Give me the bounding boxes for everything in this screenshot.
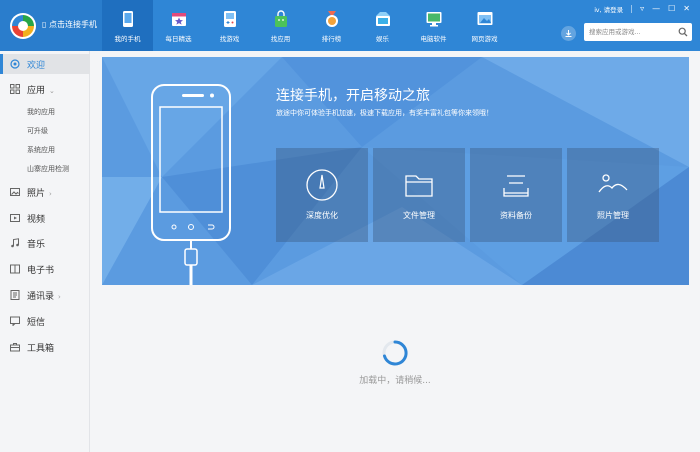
tile-label: 资料备份 <box>500 211 532 220</box>
window-controls: ⅳ, 请登录 ▿ — ☐ ✕ <box>594 4 690 15</box>
sidebar-item-photos[interactable]: 照片 › <box>0 182 90 202</box>
backup-icon <box>503 175 529 197</box>
sidebar-subitem-fake-app-check[interactable]: 山寨应用检测 <box>27 164 69 174</box>
welcome-icon <box>10 59 20 69</box>
login-link[interactable]: 请登录 <box>604 6 624 14</box>
tile-label: 照片管理 <box>597 211 629 220</box>
music-icon <box>11 238 19 248</box>
sidebar-item-apps[interactable]: 应用 ⌄ <box>0 79 90 99</box>
android-bag-icon <box>274 10 287 27</box>
nav-label: 找游戏 <box>219 35 240 43</box>
sidebar-item-label: 工具箱 <box>27 343 55 354</box>
monitor-icon <box>426 12 441 27</box>
entertainment-icon <box>375 12 390 26</box>
user-area[interactable]: ⅳ, 请登录 <box>594 4 623 14</box>
calendar-star-icon <box>171 13 186 26</box>
sidebar-item-label: 通讯录 › <box>27 291 61 302</box>
nav-label: 每日精选 <box>165 35 192 43</box>
nav-rankings[interactable]: 排行榜 <box>306 0 357 51</box>
sidebar-item-ebooks[interactable]: 电子书 <box>0 259 90 279</box>
medal-icon <box>325 11 338 27</box>
sidebar-item-contacts[interactable]: 通讯录 › <box>0 285 90 305</box>
sidebar-item-label: 欢迎 <box>27 60 46 71</box>
loading-spinner-icon <box>382 340 408 366</box>
minimize-button[interactable]: — <box>652 5 660 13</box>
sidebar: 欢迎 应用⌄ 我的应用 可升级 系统应用 山寨应用检测 照片› 视频 音乐 <box>0 51 90 452</box>
contacts-icon <box>10 290 20 300</box>
nav-entertainment[interactable]: 娱乐 <box>357 0 408 51</box>
sidebar-subitem-my-apps[interactable]: 我的应用 <box>27 107 55 117</box>
toolbox-icon <box>10 343 20 352</box>
nav-label: 找应用 <box>270 35 291 43</box>
sidebar-item-label: 照片 › <box>27 188 52 199</box>
apps-grid-icon <box>10 84 20 94</box>
chevron-right-icon: › <box>58 292 61 301</box>
photo-icon <box>10 188 20 196</box>
banner-title: 连接手机，开启移动之旅 <box>276 88 430 104</box>
connect-phone-area[interactable]: ▯ 点击连接手机 <box>0 0 102 51</box>
search-icon[interactable] <box>678 27 688 37</box>
video-icon <box>10 214 20 222</box>
nav-find-apps[interactable]: 找应用 <box>255 0 306 51</box>
nav-label: 排行榜 <box>321 35 342 43</box>
web-game-icon <box>477 12 492 25</box>
photo-manage-icon <box>598 174 628 193</box>
ebook-icon <box>10 264 20 274</box>
top-bar: ▯ 点击连接手机 我的手机 每日精选 找游戏 找应用 排行榜 娱乐 电脑软件 网… <box>0 0 700 51</box>
nav-pc-software[interactable]: 电脑软件 <box>408 0 459 51</box>
sms-icon <box>10 316 20 326</box>
sidebar-subitem-system-apps[interactable]: 系统应用 <box>27 145 55 155</box>
loading-text: 加载中，请稍候... <box>359 376 431 386</box>
divider <box>631 5 633 13</box>
sidebar-item-label: 电子书 <box>27 265 55 276</box>
download-manager-button[interactable] <box>561 26 576 41</box>
sidebar-item-sms[interactable]: 短信 <box>0 311 90 331</box>
search-input[interactable] <box>584 23 676 41</box>
download-icon <box>565 30 572 37</box>
sidebar-item-music[interactable]: 音乐 <box>0 233 90 253</box>
sidebar-item-label: 应用 ⌄ <box>27 85 55 96</box>
folder-icon <box>405 175 433 197</box>
sidebar-item-welcome[interactable]: 欢迎 <box>0 54 90 74</box>
nav-label: 我的手机 <box>114 35 141 43</box>
tile-label: 文件管理 <box>403 211 435 220</box>
nav-find-games[interactable]: 找游戏 <box>204 0 255 51</box>
nav-daily-picks[interactable]: 每日精选 <box>153 0 204 51</box>
nav-label: 电脑软件 <box>420 35 447 43</box>
nav-label: 网页游戏 <box>471 35 498 43</box>
sidebar-item-label: 视频 <box>27 214 46 225</box>
sidebar-subitem-upgradable[interactable]: 可升级 <box>27 126 48 136</box>
gauge-icon <box>306 169 338 201</box>
banner-subtitle: 旅途中你可体验手机加速，极速下载应用，有奖丰富礼包等你来领哦！ <box>276 109 493 117</box>
sidebar-item-label: 音乐 <box>27 239 46 250</box>
phone-illustration <box>151 84 231 285</box>
sidebar-item-video[interactable]: 视频 <box>0 208 90 228</box>
sidebar-item-toolbox[interactable]: 工具箱 <box>0 337 90 357</box>
chevron-right-icon: › <box>49 189 52 198</box>
menu-button[interactable]: ▿ <box>640 5 644 13</box>
maximize-button[interactable]: ☐ <box>668 5 675 13</box>
phone-icon <box>122 11 133 27</box>
search-box <box>584 23 692 41</box>
welcome-banner: 连接手机，开启移动之旅 旅途中你可体验手机加速，极速下载应用，有奖丰富礼包等你来… <box>102 57 689 285</box>
app-logo-icon <box>10 13 36 39</box>
gamepad-icon <box>223 11 236 27</box>
chevron-down-icon: ⌄ <box>49 86 55 95</box>
close-button[interactable]: ✕ <box>683 5 690 13</box>
user-icon: ⅳ, <box>594 6 604 14</box>
tile-data-backup[interactable]: 资料备份 <box>470 148 562 242</box>
tile-deep-optimize[interactable]: 深度优化 <box>276 148 368 242</box>
sidebar-item-label: 短信 <box>27 317 46 328</box>
tile-file-manager[interactable]: 文件管理 <box>373 148 465 242</box>
nav-label: 娱乐 <box>376 35 389 43</box>
tile-label: 深度优化 <box>306 211 338 220</box>
connect-phone-label: ▯ 点击连接手机 <box>42 20 97 29</box>
nav-web-games[interactable]: 网页游戏 <box>459 0 510 51</box>
usb-icon: ▯ <box>42 20 49 29</box>
tile-photo-manager[interactable]: 照片管理 <box>567 148 659 242</box>
nav-my-phone[interactable]: 我的手机 <box>102 0 153 51</box>
main-nav: 我的手机 每日精选 找游戏 找应用 排行榜 娱乐 电脑软件 网页游戏 <box>102 0 510 51</box>
